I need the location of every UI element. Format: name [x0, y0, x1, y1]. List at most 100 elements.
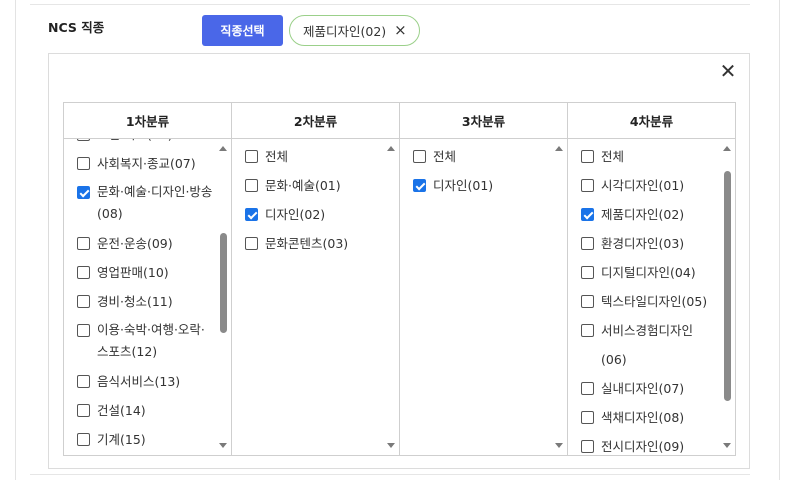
item-label: 전체 [433, 149, 457, 164]
checkbox[interactable] [77, 266, 90, 279]
checkbox[interactable] [413, 150, 426, 163]
list-item[interactable]: 전시디자인(09) [568, 432, 717, 455]
list-item[interactable]: 서비스경험디자인(06) [568, 316, 717, 374]
column-header: 1차분류 [64, 103, 231, 139]
checkbox[interactable] [77, 237, 90, 250]
checkbox[interactable] [581, 382, 594, 395]
list-item[interactable]: 문화·예술(01) [232, 171, 381, 200]
selected-job-chip: 제품디자인(02) × [289, 15, 420, 46]
remove-chip-icon[interactable]: × [394, 23, 407, 38]
item-label: 디지털디자인(04) [601, 265, 696, 280]
checkbox[interactable] [581, 179, 594, 192]
list-item[interactable]: 이용·숙박·여행·오락·스포츠(12) [64, 316, 213, 367]
item-label: 서비스경험디자인(06) [601, 323, 694, 367]
item-label: 사회복지·종교(07) [97, 156, 196, 171]
list-item[interactable]: 디지털디자인(04) [568, 258, 717, 287]
scroll-up-icon[interactable] [387, 146, 395, 151]
list-item[interactable]: 제품디자인(02) [568, 200, 717, 229]
item-label: 운전·운송(09) [97, 236, 173, 251]
list-item[interactable]: 시각디자인(01) [568, 171, 717, 200]
list-item[interactable]: 텍스타일디자인(05) [568, 287, 717, 316]
checkbox[interactable] [245, 208, 258, 221]
scroll-thumb[interactable] [724, 171, 731, 401]
scroll-up-icon[interactable] [723, 146, 731, 151]
checkbox[interactable] [581, 295, 594, 308]
checkbox[interactable] [581, 324, 594, 337]
column-header: 4차분류 [568, 103, 735, 139]
item-label: 텍스타일디자인(05) [601, 294, 708, 309]
scrollbar[interactable] [383, 139, 399, 455]
checkbox[interactable] [581, 150, 594, 163]
checkbox[interactable] [77, 139, 90, 141]
item-label: 전시디자인(09) [601, 439, 685, 454]
scroll-down-icon[interactable] [387, 443, 395, 448]
column-list[interactable]: 전체문화·예술(01) 디자인(02) 문화콘텐츠(03) [232, 139, 399, 455]
checkbox[interactable] [245, 237, 258, 250]
scroll-down-icon[interactable] [723, 443, 731, 448]
list-item[interactable]: 문화콘텐츠(03) [232, 229, 381, 258]
category-column-2: 2차분류전체문화·예술(01) 디자인(02) 문화콘텐츠(03) [232, 103, 400, 455]
checkbox[interactable] [581, 266, 594, 279]
list-item[interactable]: 문화·예술·디자인·방송(08) [64, 178, 213, 229]
list-item[interactable]: 음식서비스(13) [64, 367, 213, 396]
item-label: 실내디자인(07) [601, 381, 685, 396]
list-item[interactable]: 실내디자인(07) [568, 374, 717, 403]
column-list[interactable]: 전체디자인(01) [400, 139, 567, 455]
item-label: 문화·예술·디자인·방송(08) [97, 184, 213, 221]
column-list[interactable]: 전체 시각디자인(01) 제품디자인(02) 환경디자인(03) 디지털디자인(04) 텍… [568, 139, 735, 455]
item-label: 제품디자인(02) [601, 207, 685, 222]
list-item[interactable]: 디자인(01) [400, 171, 549, 200]
list-item[interactable]: 건설(14) [64, 396, 213, 425]
scroll-up-icon[interactable] [555, 146, 563, 151]
list-item[interactable]: 운전·운송(09) [64, 229, 213, 258]
list-item[interactable]: 사회복지·종교(07) [64, 149, 213, 178]
scroll-down-icon[interactable] [219, 443, 227, 448]
checkbox[interactable] [245, 150, 258, 163]
list-item[interactable]: 환경디자인(03) [568, 229, 717, 258]
job-select-button[interactable]: 직종선택 [202, 15, 283, 46]
list-item[interactable]: 경비·청소(11) [64, 287, 213, 316]
list-item[interactable]: 전체 [400, 142, 549, 171]
list-item[interactable]: 전체 [232, 142, 381, 171]
item-label: 기계(15) [97, 432, 146, 447]
item-label: 색채디자인(08) [601, 410, 685, 425]
scroll-up-icon[interactable] [219, 146, 227, 151]
scrollbar[interactable] [215, 139, 231, 455]
checkbox[interactable] [245, 179, 258, 192]
item-label: 이용·숙박·여행·오락·스포츠(12) [97, 322, 205, 359]
checkbox[interactable] [77, 433, 90, 446]
item-label: 디자인(01) [433, 178, 494, 193]
list-item[interactable]: 기계(15) [64, 425, 213, 454]
item-label: 디자인(02) [265, 207, 326, 222]
close-icon[interactable]: ✕ [717, 59, 739, 83]
list-item[interactable]: 영업판매(10) [64, 258, 213, 287]
category-column-4: 4차분류전체 시각디자인(01) 제품디자인(02) 환경디자인(03) 디지털디자인(… [568, 103, 735, 455]
checkbox[interactable] [77, 404, 90, 417]
checkbox[interactable] [77, 157, 90, 170]
checkbox[interactable] [413, 179, 426, 192]
checkbox[interactable] [581, 411, 594, 424]
column-header: 2차분류 [232, 103, 399, 139]
item-label: 문화콘텐츠(03) [265, 236, 349, 251]
list-item[interactable]: 디자인(02) [232, 200, 381, 229]
checkbox[interactable] [77, 186, 90, 199]
scrollbar[interactable] [719, 139, 735, 455]
scroll-thumb[interactable] [220, 232, 227, 334]
scrollbar[interactable] [551, 139, 567, 455]
list-item[interactable]: 보건·의료(06) [64, 139, 213, 149]
item-label: 음식서비스(13) [97, 374, 181, 389]
list-item[interactable]: 전체 [568, 142, 717, 171]
item-label: 문화·예술(01) [265, 178, 341, 193]
checkbox[interactable] [77, 324, 90, 337]
checkbox[interactable] [581, 208, 594, 221]
list-item[interactable]: 색채디자인(08) [568, 403, 717, 432]
item-label: 경비·청소(11) [97, 294, 173, 309]
checkbox[interactable] [77, 295, 90, 308]
scroll-down-icon[interactable] [555, 443, 563, 448]
checkbox[interactable] [581, 440, 594, 453]
category-column-1: 1차분류보건·의료(06) 사회복지·종교(07) 문화·예술·디자인·방송(08)… [64, 103, 232, 455]
divider [30, 4, 750, 5]
checkbox[interactable] [581, 237, 594, 250]
column-list[interactable]: 보건·의료(06) 사회복지·종교(07) 문화·예술·디자인·방송(08) 운전·운… [64, 139, 231, 455]
checkbox[interactable] [77, 375, 90, 388]
